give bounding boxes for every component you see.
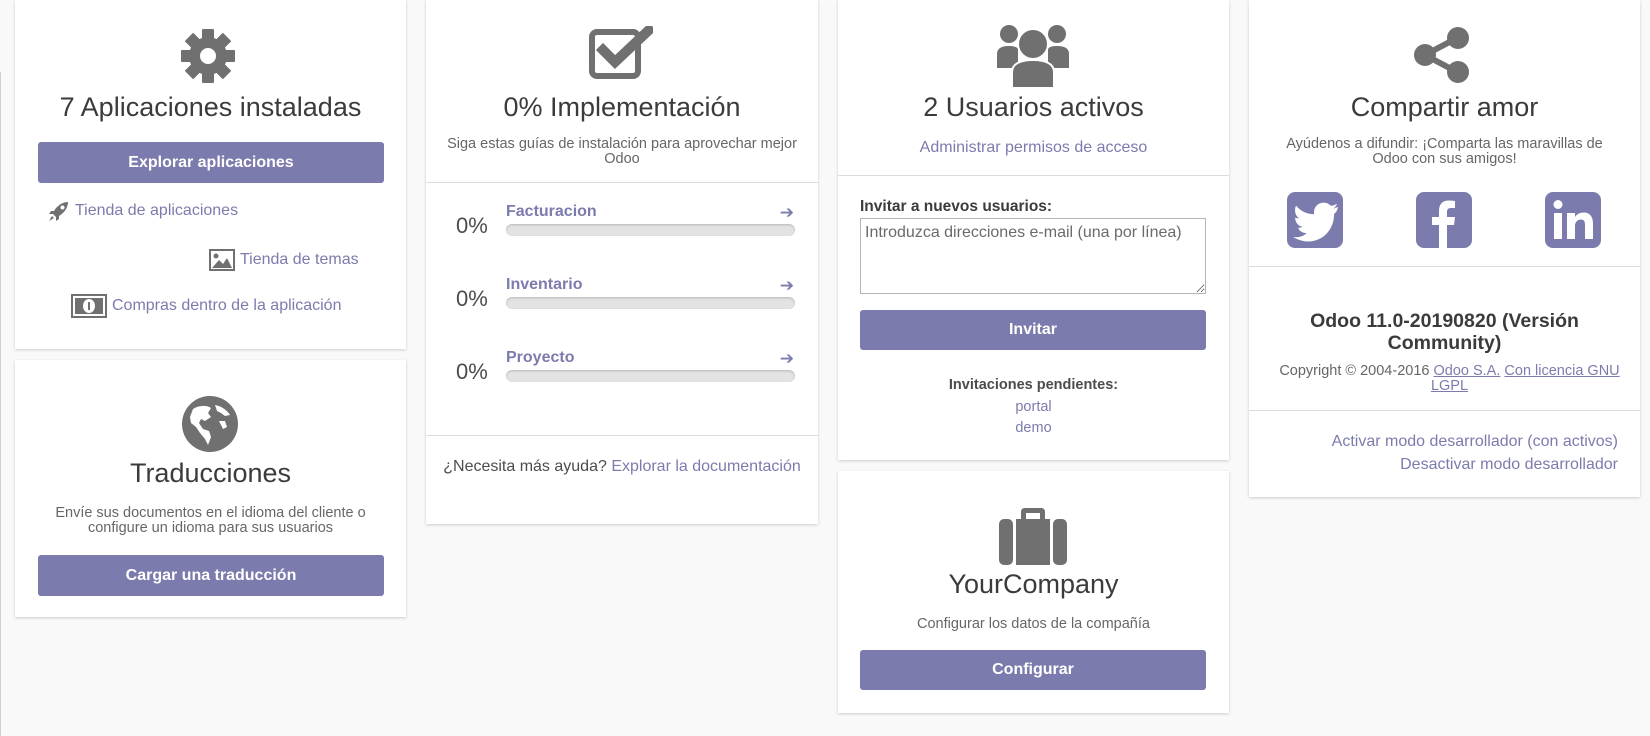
item-percent: 0% [456, 359, 488, 384]
company-title: YourCompany [948, 569, 1119, 599]
copyright-label: Copyright © 2004-2016 [1279, 363, 1430, 379]
arrow-right-icon[interactable]: ➔ [780, 349, 794, 369]
arrow-right-icon[interactable]: ➔ [780, 203, 794, 223]
pending-invitation-link[interactable]: demo [838, 420, 1229, 436]
checkbox-checked-icon [589, 26, 653, 79]
apps-card: 7 Aplicaciones instaladas Explorar aplic… [15, 0, 406, 349]
in-app-purchases-link[interactable]: Compras dentro de la aplicación [71, 294, 341, 318]
facebook-icon[interactable] [1416, 192, 1472, 248]
item-name[interactable]: Proyecto [506, 349, 574, 367]
divider [426, 435, 818, 436]
explore-apps-button[interactable]: Explorar aplicaciones [38, 142, 384, 183]
image-icon [209, 249, 235, 271]
globe-icon [182, 396, 238, 452]
item-percent: 0% [456, 213, 488, 238]
briefcase-icon [999, 508, 1067, 565]
progress-bar [506, 297, 795, 309]
item-percent: 0% [456, 286, 488, 311]
pending-invitations-label: Invitaciones pendientes: [948, 377, 1119, 393]
divider [426, 182, 818, 183]
app-store-link[interactable]: Tienda de aplicaciones [48, 200, 238, 222]
activate-dev-mode-assets-link[interactable]: Activar modo desarrollador (con activos) [1332, 433, 1618, 451]
apps-title: 7 Aplicaciones instaladas [59, 92, 362, 122]
theme-store-label: Tienda de temas [240, 251, 359, 268]
translations-card: Traducciones Envíe sus documentos en el … [15, 360, 406, 617]
documentation-link[interactable]: Explorar la documentación [611, 458, 800, 475]
implementation-title: 0% Implementación [503, 92, 741, 122]
money-icon [71, 294, 107, 318]
divider [838, 175, 1229, 176]
theme-store-link[interactable]: Tienda de temas [209, 249, 359, 271]
translations-title: Traducciones [129, 458, 292, 488]
invite-label: Invitar a nuevos usuarios: [860, 198, 1053, 215]
implementation-item[interactable]: 0% Inventario ➔ [454, 276, 795, 316]
item-name[interactable]: Facturacion [506, 203, 597, 221]
gear-icon [181, 29, 235, 83]
share-description: Ayúdenos a difundir: ¡Comparta las marav… [1286, 136, 1603, 167]
help-text: ¿Necesita más ayuda? [443, 458, 607, 475]
share-card: Compartir amor Ayúdenos a difundir: ¡Com… [1249, 0, 1640, 497]
implementation-subtitle: Siga estas guías de instalación para apr… [447, 136, 797, 167]
help-section: ¿Necesita más ayuda? Explorar la documen… [426, 455, 818, 479]
manage-access-rights-link[interactable]: Administrar permisos de acceso [838, 139, 1229, 157]
left-edge-divider [0, 72, 6, 736]
implementation-item[interactable]: 0% Facturacion ➔ [454, 203, 795, 243]
company-card: YourCompany Configurar los datos de la c… [838, 471, 1229, 713]
users-title: 2 Usuarios activos [923, 92, 1144, 122]
company-description: Configurar los datos de la compañía [917, 616, 1150, 632]
invite-button[interactable]: Invitar [860, 310, 1206, 350]
progress-bar [506, 224, 795, 236]
in-app-purchases-label: Compras dentro de la aplicación [112, 297, 342, 314]
copyright-text: Copyright © 2004-2016 Odoo S.A. Con lice… [1269, 364, 1630, 394]
deactivate-dev-mode-link[interactable]: Desactivar modo desarrollador [1400, 456, 1618, 474]
configure-company-button[interactable]: Configurar [860, 650, 1206, 690]
rocket-icon [49, 202, 68, 221]
divider [1249, 266, 1640, 267]
translations-description: Envíe sus documentos en el idioma del cl… [55, 505, 366, 536]
implementation-card: 0% Implementación Siga estas guías de in… [426, 0, 818, 524]
divider [1249, 410, 1640, 411]
progress-bar [506, 370, 795, 382]
users-icon [997, 25, 1069, 88]
odoo-sa-link[interactable]: Odoo S.A. [1433, 363, 1500, 379]
load-translation-button[interactable]: Cargar una traducción [38, 555, 384, 596]
app-store-label: Tienda de aplicaciones [75, 202, 239, 219]
arrow-right-icon[interactable]: ➔ [780, 276, 794, 296]
item-name[interactable]: Inventario [506, 276, 582, 294]
share-icon [1414, 27, 1469, 83]
invite-emails-field[interactable] [860, 218, 1206, 294]
linkedin-icon[interactable] [1545, 192, 1601, 248]
twitter-icon[interactable] [1287, 192, 1343, 248]
users-card: 2 Usuarios activos Administrar permisos … [838, 0, 1229, 460]
implementation-item[interactable]: 0% Proyecto ➔ [454, 349, 795, 389]
share-title: Compartir amor [1350, 92, 1539, 122]
version-title: Odoo 11.0-20190820 (Versión Community) [1310, 310, 1579, 354]
pending-invitation-link[interactable]: portal [838, 399, 1229, 415]
